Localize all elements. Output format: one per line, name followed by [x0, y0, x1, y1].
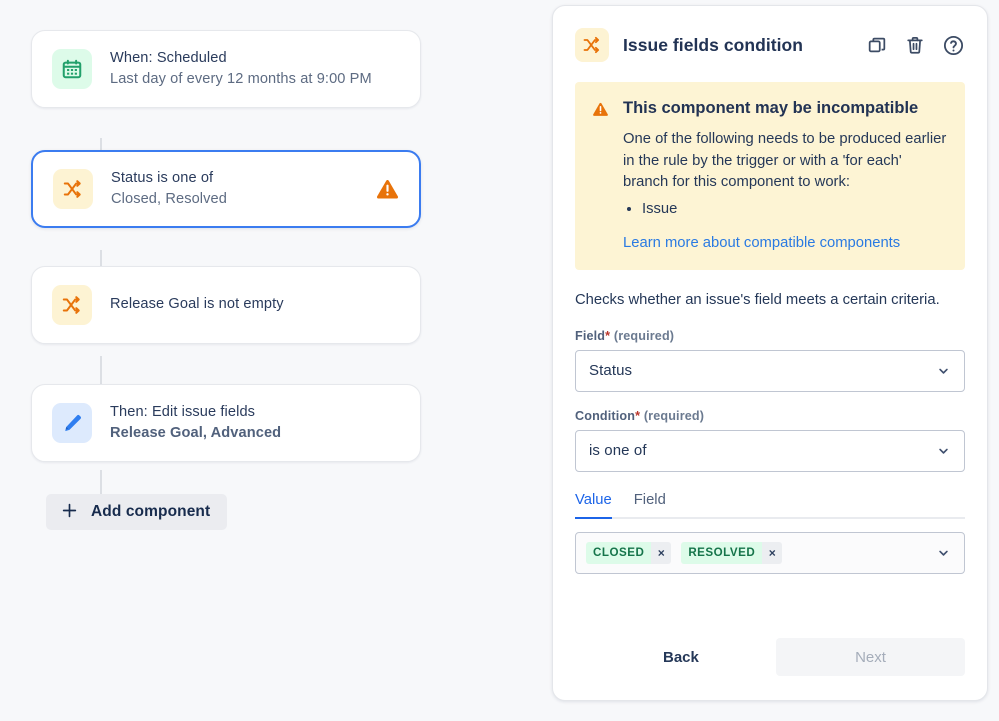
card-title: When: Scheduled [110, 48, 402, 69]
tab-field[interactable]: Field [634, 492, 666, 517]
rule-component-card-release-goal-condition[interactable]: Release Goal is not empty [31, 266, 421, 344]
panel-footer: Back Next [553, 638, 987, 676]
warning-triangle-icon [591, 98, 610, 252]
back-button[interactable]: Back [647, 640, 715, 675]
shuffle-icon [53, 169, 93, 209]
chevron-down-icon [936, 363, 951, 378]
card-text: When: Scheduled Last day of every 12 mon… [110, 48, 402, 90]
panel-header-actions [865, 33, 965, 57]
required-asterisk: * [605, 329, 610, 343]
panel-title: Issue fields condition [623, 35, 851, 56]
shuffle-icon [52, 285, 92, 325]
value-multiselect[interactable]: CLOSED × RESOLVED × [575, 532, 965, 574]
chip-label: CLOSED [586, 542, 651, 564]
chip-label: RESOLVED [681, 542, 762, 564]
warning-triangle-icon [374, 176, 401, 203]
card-title: Release Goal is not empty [110, 294, 402, 315]
card-text: Then: Edit issue fields Release Goal, Ad… [110, 402, 402, 444]
pencil-icon [52, 403, 92, 443]
component-description: Checks whether an issue's field meets a … [575, 290, 965, 312]
field-select[interactable]: Status [575, 350, 965, 392]
rule-component-card-status-condition[interactable]: Status is one of Closed, Resolved [31, 150, 421, 228]
required-asterisk: * [635, 409, 640, 423]
value-chip-closed: CLOSED × [586, 542, 671, 564]
rule-chain-list: When: Scheduled Last day of every 12 mon… [31, 30, 421, 530]
shuffle-icon [575, 28, 609, 62]
chevron-down-icon [936, 443, 951, 458]
copy-icon[interactable] [865, 33, 889, 57]
tab-value[interactable]: Value [575, 492, 612, 517]
card-text: Status is one of Closed, Resolved [111, 168, 364, 210]
condition-select-value: is one of [589, 442, 647, 459]
plus-icon [60, 501, 79, 523]
value-field-tabs: Value Field [575, 492, 965, 519]
field-label: Field* (required) [575, 329, 965, 343]
chip-remove-button[interactable]: × [762, 542, 782, 564]
list-item: Issue [642, 198, 947, 221]
required-text: (required) [644, 409, 704, 423]
chevron-down-icon [936, 545, 951, 560]
card-subtitle: Closed, Resolved [111, 189, 364, 210]
component-detail-panel: Issue fields condition [552, 5, 988, 701]
warning-text: One of the following needs to be produce… [623, 129, 947, 194]
condition-select-group: Condition* (required) is one of [575, 409, 965, 472]
condition-select[interactable]: is one of [575, 430, 965, 472]
next-button[interactable]: Next [776, 638, 965, 676]
field-select-group: Field* (required) Status [575, 329, 965, 392]
automation-rule-editor: When: Scheduled Last day of every 12 mon… [0, 0, 999, 721]
warning-title: This component may be incompatible [623, 98, 947, 120]
incompatible-warning-banner: This component may be incompatible One o… [575, 82, 965, 270]
card-title: Status is one of [111, 168, 364, 189]
warning-requirement-list: Issue [642, 198, 947, 221]
required-text: (required) [614, 329, 674, 343]
rule-component-card-trigger[interactable]: When: Scheduled Last day of every 12 mon… [31, 30, 421, 108]
add-component-button[interactable]: Add component [46, 494, 227, 530]
warning-body: This component may be incompatible One o… [623, 98, 947, 252]
calendar-icon [52, 49, 92, 89]
card-title: Then: Edit issue fields [110, 402, 402, 423]
card-subtitle: Release Goal, Advanced [110, 423, 402, 444]
card-text: Release Goal is not empty [110, 294, 402, 315]
condition-label: Condition* (required) [575, 409, 965, 423]
field-select-value: Status [589, 362, 632, 379]
value-chip-resolved: RESOLVED × [681, 542, 782, 564]
learn-more-link[interactable]: Learn more about compatible components [623, 235, 900, 251]
field-label-text: Field [575, 329, 605, 343]
rule-component-card-edit-issue-fields[interactable]: Then: Edit issue fields Release Goal, Ad… [31, 384, 421, 462]
chip-remove-button[interactable]: × [651, 542, 671, 564]
add-component-label: Add component [91, 503, 210, 521]
help-icon[interactable] [941, 33, 965, 57]
panel-header: Issue fields condition [553, 6, 987, 62]
trash-icon[interactable] [903, 33, 927, 57]
condition-label-text: Condition [575, 409, 635, 423]
rule-chain-panel: When: Scheduled Last day of every 12 mon… [0, 0, 552, 721]
card-subtitle: Last day of every 12 months at 9:00 PM [110, 69, 402, 90]
